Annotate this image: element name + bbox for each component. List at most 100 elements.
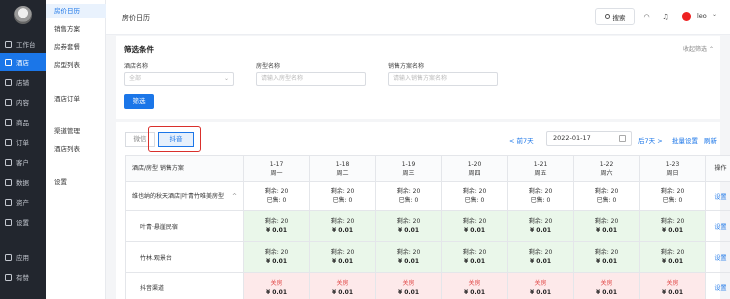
- closed-cell[interactable]: 关房 ¥ 0.01: [507, 272, 574, 299]
- day-date: 1-19: [401, 160, 416, 168]
- closed-cell[interactable]: 关房 ¥ 0.01: [639, 272, 706, 299]
- cell-remaining: 剩余: 20: [660, 249, 685, 256]
- refresh-link[interactable]: 刷新: [704, 135, 717, 145]
- hotel-name-select[interactable]: 全部 ⌄: [124, 72, 234, 86]
- sub-menu: 房价日历 销售方案 房券套餐 房型列表 酒店订单 渠道管理 酒店列表 设置: [46, 0, 106, 299]
- stock-cell[interactable]: 剩余: 20 已售: 0: [639, 181, 706, 211]
- collapse-label: 收起筛选: [683, 46, 708, 53]
- cell-price: ¥ 0.01: [463, 227, 486, 234]
- price-cell[interactable]: 剩余: 20 ¥ 0.01: [375, 210, 442, 242]
- user-avatar[interactable]: [682, 12, 691, 21]
- closed-cell[interactable]: 关房 ¥ 0.01: [441, 272, 508, 299]
- stock-cell[interactable]: 剩余: 20 已售: 0: [243, 181, 310, 211]
- price-cell[interactable]: 剩余: 20 ¥ 0.01: [375, 241, 442, 273]
- nav-label: 店铺: [16, 79, 29, 87]
- price-cell[interactable]: 剩余: 20 ¥ 0.01: [573, 241, 640, 273]
- price-cell[interactable]: 剩余: 20 ¥ 0.01: [441, 210, 508, 242]
- price-cell[interactable]: 剩余: 20 ¥ 0.01: [243, 241, 310, 273]
- cell-price: ¥ 0.01: [661, 258, 684, 265]
- sales-plan-label: 销售方案名称: [388, 63, 425, 70]
- cell-remaining: 剩余: 20: [594, 218, 619, 225]
- nav-item-workbench[interactable]: 工作台: [0, 35, 46, 53]
- stock-cell[interactable]: 剩余: 20 已售: 0: [309, 181, 376, 211]
- hotel-name-value: 全部: [129, 75, 142, 82]
- day-date: 1-22: [599, 160, 614, 168]
- cell-status: 关房: [336, 279, 349, 287]
- nav-item-content[interactable]: 内容: [0, 93, 46, 111]
- row-settings-link[interactable]: 设置: [705, 241, 730, 273]
- nav-item-apps[interactable]: 应用: [0, 248, 46, 266]
- closed-cell[interactable]: 关房 ¥ 0.01: [375, 272, 442, 299]
- batch-settings-link[interactable]: 批量设置: [672, 135, 698, 145]
- plan-name-cell: 叶青·悬崖民宿: [125, 210, 244, 242]
- price-cell[interactable]: 剩余: 20 ¥ 0.01: [507, 241, 574, 273]
- nav-item-customers[interactable]: 客户: [0, 153, 46, 171]
- chevron-up-icon[interactable]: ^: [232, 192, 237, 201]
- nav-item-goods[interactable]: 商品: [0, 113, 46, 131]
- sales-plan-input[interactable]: 请输入销售方案名称: [388, 72, 498, 86]
- nav-item-settings[interactable]: 设置: [0, 213, 46, 231]
- menu-item-room-packages[interactable]: 房券套餐: [46, 40, 106, 54]
- date-picker[interactable]: 2022-01-17: [546, 131, 632, 146]
- row-settings-link[interactable]: 设置: [705, 210, 730, 242]
- row-settings-link[interactable]: 设置: [705, 272, 730, 299]
- main-nav: 工作台 酒店 店铺 内容 商品 订单 客户 数据 资产 设置 应用 有赞: [0, 0, 46, 299]
- channel-name-cell: 抖音渠道: [125, 272, 244, 299]
- chevron-down-icon[interactable]: ⌄: [712, 11, 717, 18]
- nav-item-data[interactable]: 数据: [0, 173, 46, 191]
- nav-label: 资产: [16, 199, 29, 207]
- day-date: 1-21: [533, 160, 548, 168]
- cell-price: ¥ 0.01: [529, 288, 552, 296]
- cell-price: ¥ 0.01: [331, 288, 354, 296]
- filter-submit-button[interactable]: 筛选: [124, 94, 154, 109]
- price-cell[interactable]: 剩余: 20 ¥ 0.01: [441, 241, 508, 273]
- price-cell[interactable]: 剩余: 20 ¥ 0.01: [639, 241, 706, 273]
- menu-item-room-types[interactable]: 房型列表: [46, 58, 106, 72]
- bell-icon[interactable]: ♫: [657, 8, 674, 25]
- stock-cell[interactable]: 剩余: 20 已售: 0: [507, 181, 574, 211]
- menu-item-channels[interactable]: 渠道管理: [46, 124, 106, 138]
- search-button[interactable]: 搜索: [595, 8, 635, 25]
- user-name[interactable]: leo: [697, 12, 707, 20]
- column-header-day: 1-17 周一: [243, 155, 310, 182]
- stock-cell[interactable]: 剩余: 20 已售: 0: [573, 181, 640, 211]
- nav-item-hotel[interactable]: 酒店: [0, 53, 46, 71]
- closed-cell[interactable]: 关房 ¥ 0.01: [243, 272, 310, 299]
- stock-cell[interactable]: 剩余: 20 已售: 0: [441, 181, 508, 211]
- collapse-filter-link[interactable]: 收起筛选 ⌃: [683, 44, 714, 53]
- prev-7-days-link[interactable]: < 前7天: [509, 135, 534, 145]
- headset-icon[interactable]: ◠: [638, 8, 655, 25]
- nav-label: 商品: [16, 119, 29, 127]
- menu-item-hotel-list[interactable]: 酒店列表: [46, 142, 106, 156]
- price-cell[interactable]: 剩余: 20 ¥ 0.01: [573, 210, 640, 242]
- menu-item-hotel-orders[interactable]: 酒店订单: [46, 92, 106, 106]
- cell-remaining: 剩余: 20: [462, 218, 487, 225]
- price-cell[interactable]: 剩余: 20 ¥ 0.01: [639, 210, 706, 242]
- nav-label: 客户: [16, 159, 29, 167]
- next-7-days-link[interactable]: 后7天 >: [638, 135, 663, 145]
- row-name-cell[interactable]: 维也纳的秋天酒店|叶青竹唯美房型 ^: [125, 181, 244, 211]
- shop-avatar[interactable]: [14, 6, 32, 24]
- cell-price: ¥ 0.01: [397, 227, 420, 234]
- page-title: 房价日历: [122, 14, 150, 22]
- price-cell[interactable]: 剩余: 20 ¥ 0.01: [309, 241, 376, 273]
- menu-item-settings[interactable]: 设置: [46, 175, 106, 189]
- price-cell[interactable]: 剩余: 20 ¥ 0.01: [243, 210, 310, 242]
- nav-item-orders[interactable]: 订单: [0, 133, 46, 151]
- nav-item-store[interactable]: 店铺: [0, 73, 46, 91]
- row-settings-link[interactable]: 设置: [705, 181, 730, 211]
- cell-price: ¥ 0.01: [265, 258, 288, 265]
- closed-cell[interactable]: 关房 ¥ 0.01: [309, 272, 376, 299]
- menu-item-sales-plans[interactable]: 销售方案: [46, 22, 106, 36]
- stock-cell[interactable]: 剩余: 20 已售: 0: [375, 181, 442, 211]
- plan-name-cell: 竹林.观景台: [125, 241, 244, 273]
- menu-item-rate-calendar[interactable]: 房价日历: [46, 4, 106, 18]
- search-label: 搜索: [612, 13, 626, 22]
- price-cell[interactable]: 剩余: 20 ¥ 0.01: [309, 210, 376, 242]
- room-type-input[interactable]: 请输入房型名称: [256, 72, 366, 86]
- closed-cell[interactable]: 关房 ¥ 0.01: [573, 272, 640, 299]
- nav-item-assets[interactable]: 资产: [0, 193, 46, 211]
- room-type-label: 房型名称: [256, 63, 281, 70]
- price-cell[interactable]: 剩余: 20 ¥ 0.01: [507, 210, 574, 242]
- nav-item-youzan[interactable]: 有赞: [0, 268, 46, 286]
